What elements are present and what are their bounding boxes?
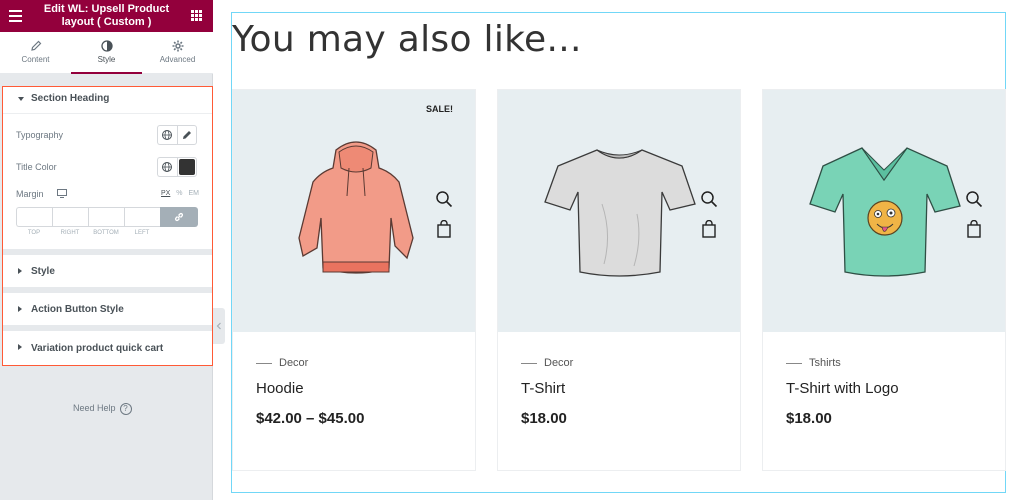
product-price: $18.00 (786, 410, 832, 427)
shopping-bag-icon[interactable] (965, 220, 983, 238)
hamburger-menu-icon[interactable] (9, 10, 22, 22)
margin-label: Margin (16, 189, 44, 199)
margin-right-input[interactable] (52, 207, 88, 227)
section-style-label: Style (31, 266, 55, 277)
product-image[interactable] (498, 90, 740, 332)
section-variation-quick-cart-label: Variation product quick cart (31, 343, 164, 354)
title-color-label: Title Color (16, 162, 57, 172)
product-card[interactable]: Tshirts T-Shirt with Logo $18.00 (762, 89, 1006, 471)
category-dash (256, 362, 272, 364)
globe-icon (162, 162, 172, 172)
product-price: $18.00 (521, 410, 567, 427)
product-name[interactable]: T-Shirt (521, 380, 565, 397)
preview-canvas: You may also like... SALE! Decor Hoodie … (231, 12, 1006, 493)
pencil-icon (183, 131, 191, 139)
section-heading: You may also like... (232, 19, 582, 60)
editor-sidebar: Edit WL: Upsell Product layout ( Custom … (0, 0, 213, 500)
need-help-link[interactable]: Need Help? (73, 403, 132, 415)
tab-content[interactable]: Content (0, 32, 71, 74)
margin-bottom-input[interactable] (88, 207, 124, 227)
hoodie-image (298, 141, 414, 274)
unit-px[interactable]: PX (161, 190, 170, 197)
product-category: Tshirts (786, 357, 841, 369)
product-name[interactable]: T-Shirt with Logo (786, 380, 899, 397)
category-dash (521, 362, 537, 364)
dim-label-top: TOP (27, 230, 41, 236)
tab-style[interactable]: Style (71, 32, 142, 74)
sale-badge: SALE! (426, 104, 453, 114)
need-help-label: Need Help (73, 403, 116, 413)
margin-dimension-labels: TOP RIGHT BOTTOM LEFT (16, 230, 162, 236)
caret-down-icon (18, 97, 24, 101)
category-label: Tshirts (809, 357, 841, 369)
link-values-button[interactable] (160, 207, 198, 227)
shopping-bag-icon[interactable] (435, 220, 453, 238)
title-color-global-button[interactable] (157, 157, 177, 177)
product-category: Decor (256, 357, 308, 369)
widgets-grid-icon[interactable] (191, 10, 202, 21)
search-icon[interactable] (435, 190, 453, 208)
caret-right-icon (18, 306, 22, 312)
search-icon[interactable] (965, 190, 983, 208)
contrast-icon (100, 40, 113, 52)
tshirt-gray-image (544, 149, 696, 277)
margin-inputs (16, 207, 198, 227)
search-icon[interactable] (700, 190, 718, 208)
tab-style-label: Style (97, 55, 116, 64)
chevron-left-icon (216, 322, 221, 330)
category-label: Decor (279, 357, 309, 369)
color-swatch (179, 159, 195, 175)
unit-switcher: PX % EM (161, 190, 203, 197)
section-heading-toggle[interactable]: Section Heading (3, 87, 212, 113)
dim-label-right: RIGHT (60, 230, 80, 236)
unit-percent[interactable]: % (176, 190, 182, 197)
dim-label-bottom: BOTTOM (93, 230, 119, 236)
style-sections-panel: Section Heading Typography Title Color M… (2, 86, 213, 366)
panel-collapse-handle[interactable] (213, 308, 225, 344)
gear-icon (172, 40, 183, 52)
globe-icon (162, 130, 172, 140)
caret-right-icon (18, 344, 22, 350)
section-style-toggle[interactable]: Style (3, 255, 212, 287)
tab-advanced[interactable]: Advanced (142, 32, 213, 74)
margin-left-input[interactable] (124, 207, 160, 227)
typography-label: Typography (16, 130, 64, 140)
section-variation-quick-cart-toggle[interactable]: Variation product quick cart (3, 331, 212, 365)
category-label: Decor (544, 357, 574, 369)
caret-right-icon (18, 268, 22, 274)
section-heading-label: Section Heading (31, 93, 110, 104)
product-card[interactable]: SALE! Decor Hoodie $42.00 – $45.00 (232, 89, 476, 471)
dim-label-left: LEFT (134, 230, 150, 236)
section-heading-controls: Typography Title Color Margin PX % EM (3, 113, 212, 249)
editor-title: Edit WL: Upsell Product layout ( Custom … (43, 3, 170, 28)
product-card[interactable]: Decor T-Shirt $18.00 (497, 89, 741, 471)
product-price: $42.00 – $45.00 (256, 410, 365, 427)
tshirt-logo-image (809, 147, 961, 277)
margin-top-input[interactable] (16, 207, 52, 227)
tab-content-label: Content (21, 55, 50, 64)
shopping-bag-icon[interactable] (700, 220, 718, 238)
tab-advanced-label: Advanced (159, 55, 196, 64)
product-category: Decor (521, 357, 573, 369)
editor-header: Edit WL: Upsell Product layout ( Custom … (0, 0, 213, 32)
product-image[interactable]: SALE! (233, 90, 475, 332)
product-image[interactable] (763, 90, 1005, 332)
section-action-button-label: Action Button Style (31, 304, 124, 315)
product-name[interactable]: Hoodie (256, 380, 304, 397)
link-icon (174, 212, 184, 222)
section-action-button-toggle[interactable]: Action Button Style (3, 293, 212, 325)
typography-global-button[interactable] (157, 125, 177, 145)
editor-tabs: Content Style Advanced (0, 32, 213, 74)
pencil-icon (30, 40, 41, 51)
title-color-picker[interactable] (177, 157, 197, 177)
category-dash (786, 362, 802, 364)
typography-edit-button[interactable] (177, 125, 197, 145)
unit-em[interactable]: EM (188, 190, 199, 197)
question-icon: ? (119, 403, 132, 415)
desktop-icon[interactable] (57, 189, 67, 198)
